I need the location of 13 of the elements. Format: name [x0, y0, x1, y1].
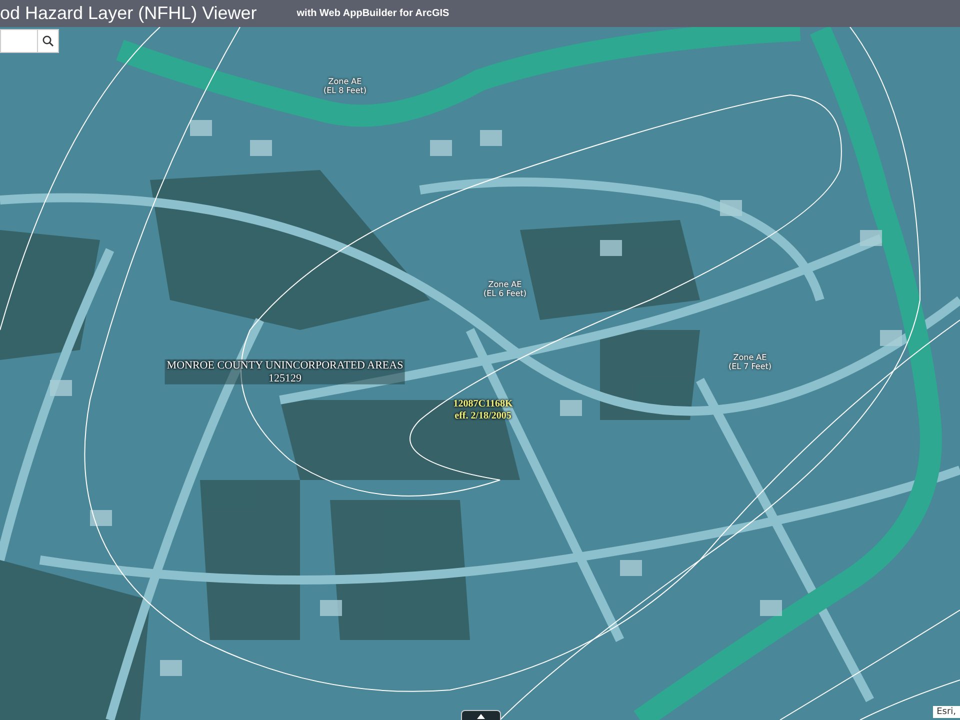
search-field[interactable]	[0, 29, 37, 53]
search-icon	[42, 35, 54, 47]
app-title: od Hazard Layer (NFHL) Viewer	[0, 3, 257, 24]
flood-zone-label: Zone AE (EL 7 Feet)	[728, 352, 772, 372]
map-attribution: Esri,	[932, 706, 960, 718]
caret-icon	[477, 714, 485, 719]
community-label: MONROE COUNTY UNINCORPORATED AREAS 125129	[164, 359, 406, 385]
app-subtitle: with Web AppBuilder for ArcGIS	[296, 8, 450, 19]
search-button[interactable]	[37, 29, 59, 53]
flood-zone-label: Zone AE (EL 8 Feet)	[323, 76, 367, 96]
flood-zone-label: Zone AE (EL 6 Feet)	[483, 280, 527, 298]
panel-number-label: 12087C1168K eff. 2/18/2005	[453, 398, 513, 422]
panel-toggle-button[interactable]	[461, 710, 501, 720]
